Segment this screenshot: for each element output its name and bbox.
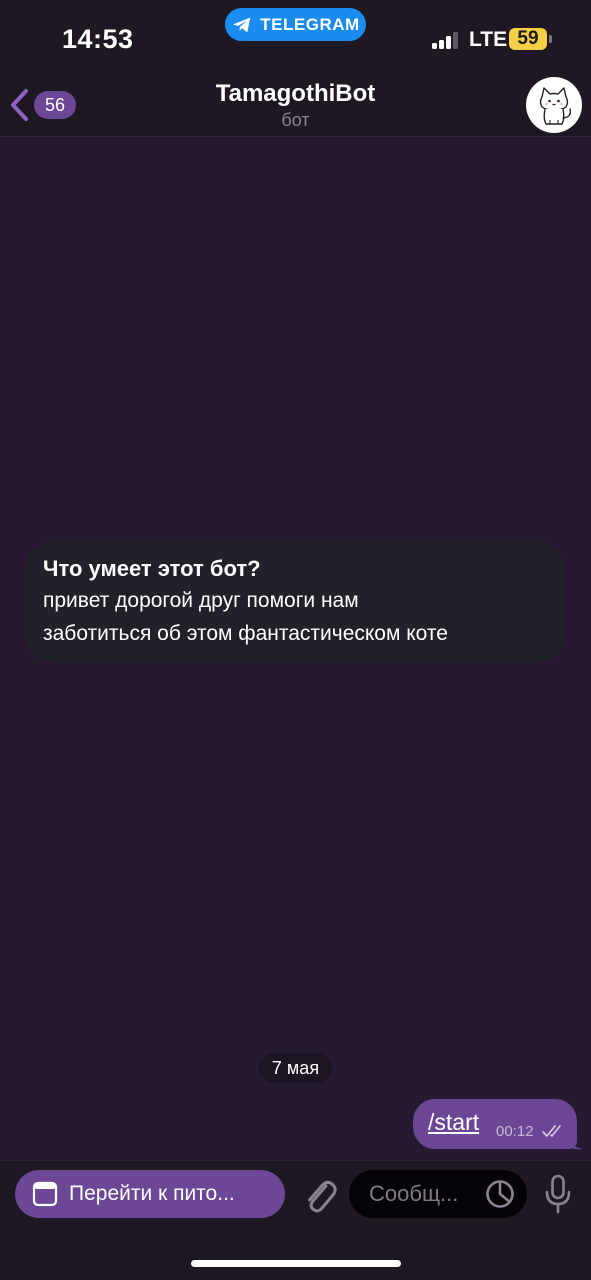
date-separator: 7 мая [259,1053,332,1083]
chat-title[interactable]: TamagothiBot [0,80,591,108]
status-time: 14:53 [62,24,134,54]
message-input[interactable] [369,1181,487,1207]
telegram-chat-screen: 14:53 TELEGRAM LTE 59 56 TamagothiBot бо… [0,0,591,1280]
network-type: LTE [469,28,508,51]
sticker-icon[interactable] [484,1178,516,1210]
bubble-tail [567,1134,583,1150]
bot-info-card: Что умеет этот бот? привет дорогой друг … [26,542,564,662]
home-indicator [191,1260,401,1267]
bot-avatar[interactable] [526,77,582,133]
open-web-app-button[interactable]: Перейти к пито... [15,1170,285,1218]
top-header: 14:53 TELEGRAM LTE 59 56 TamagothiBot бо… [0,0,591,137]
telegram-plane-icon [233,17,251,32]
paperclip-icon[interactable] [298,1172,338,1216]
microphone-icon[interactable] [543,1172,573,1216]
telegram-pill-label: TELEGRAM [260,14,360,34]
double-check-icon [542,1125,561,1137]
outgoing-message-text[interactable]: /start [428,1109,479,1136]
bot-info-title: Что умеет этот бот? [43,556,261,581]
bot-info-line-1: привет дорогой друг помоги нам [43,589,359,612]
telegram-pill[interactable]: TELEGRAM [225,8,366,41]
battery-nub [549,35,552,43]
battery-level: 59 [509,28,547,50]
web-app-icon [32,1181,58,1207]
cellular-signal-icon [432,32,462,49]
message-time: 00:12 [496,1123,534,1140]
cat-avatar-icon [539,87,572,125]
chat-subtitle: бот [281,110,310,130]
open-web-app-label: Перейти к пито... [69,1182,235,1205]
bot-info-line-2: заботиться об этом фантастическом коте [43,622,448,645]
